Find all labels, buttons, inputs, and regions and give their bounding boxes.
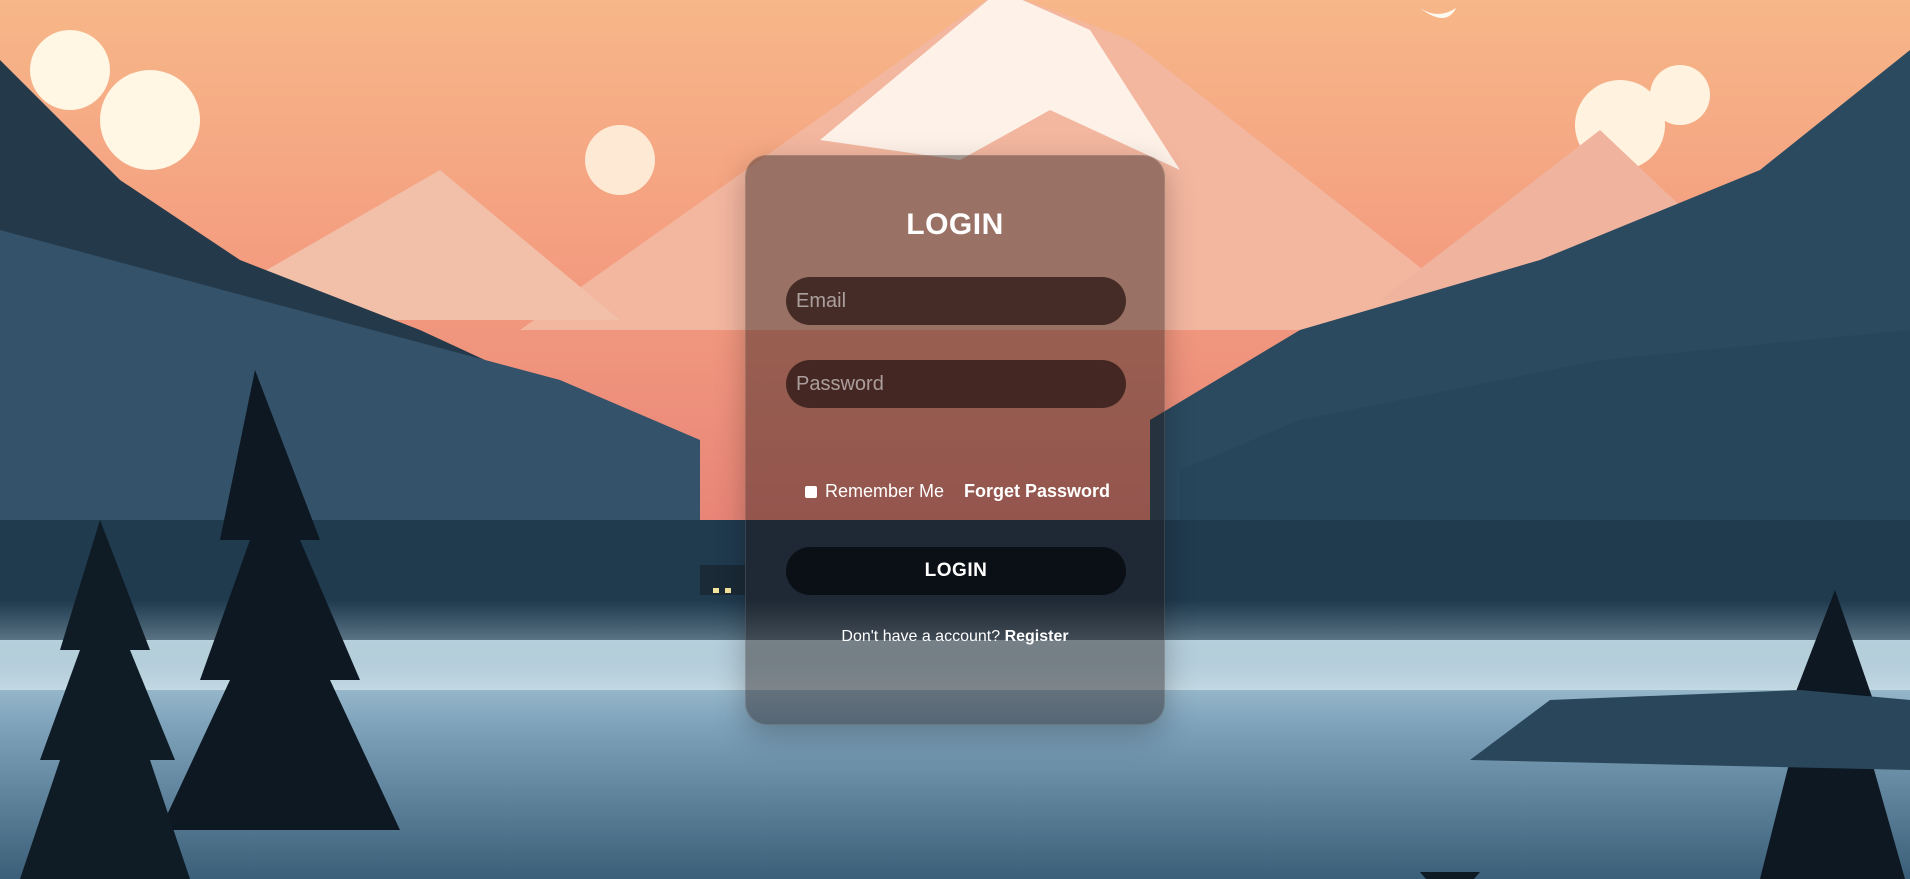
register-link[interactable]: Register [1005, 628, 1069, 645]
no-account-text: Don't have a account? [841, 628, 1001, 645]
cabin-window [713, 588, 719, 593]
forgot-password-link[interactable]: Forget Password [964, 481, 1110, 502]
remember-me[interactable]: Remember Me [805, 481, 944, 502]
login-card: LOGIN Remember Me Forget Password LOGIN … [745, 155, 1165, 725]
cloud [100, 70, 200, 170]
login-title: LOGIN [906, 208, 1004, 241]
cloud [585, 125, 655, 195]
boat [1420, 872, 1480, 879]
login-button[interactable]: LOGIN [786, 547, 1126, 595]
remember-me-checkbox[interactable] [805, 485, 817, 498]
cabin [700, 565, 745, 595]
email-input[interactable] [786, 277, 1126, 325]
remember-me-label: Remember Me [825, 481, 945, 501]
cloud [30, 30, 110, 110]
password-input[interactable] [786, 360, 1126, 408]
register-prompt: Don't have a account? Register [746, 628, 1164, 646]
cabin-window [725, 588, 731, 593]
